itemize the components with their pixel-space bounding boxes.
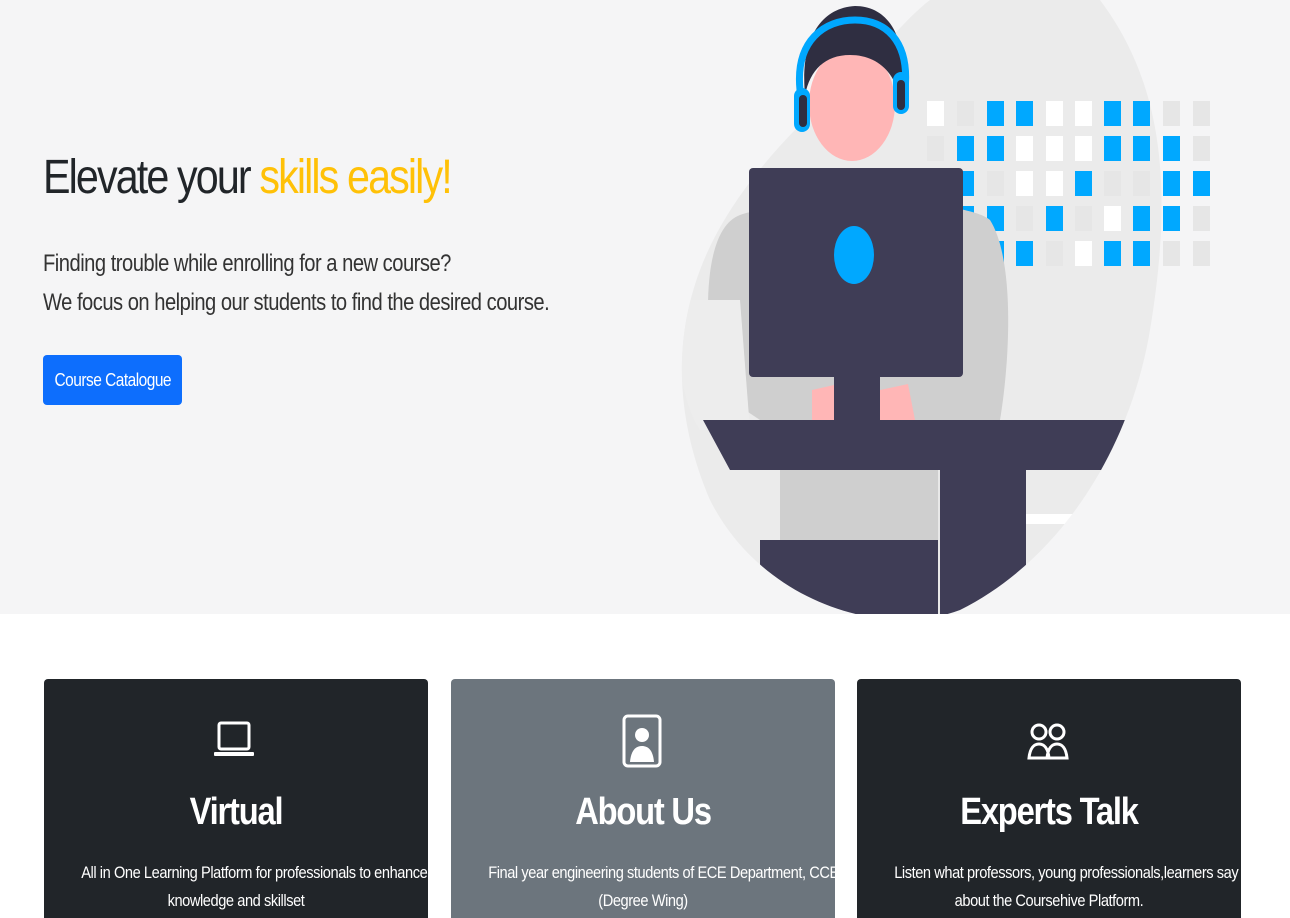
hero-title: Elevate your skills easily! — [43, 150, 453, 205]
card-description: All in One Learning Platform for profess… — [56, 859, 450, 915]
card-description-line-2: about the Coursehive Platform. — [954, 891, 1144, 910]
card-description-line-1: All in One Learning Platform for profess… — [81, 863, 450, 882]
student-at-computer-illustration — [681, 0, 1210, 614]
course-catalogue-button[interactable]: Course Catalogue — [43, 355, 182, 405]
card-description: Final year engineering students of ECE D… — [463, 859, 848, 915]
card-description-line-1: Final year engineering students of ECE D… — [488, 863, 848, 882]
card-about-us: About Us Final year engineering students… — [451, 679, 848, 918]
laptop-icon — [214, 721, 254, 756]
card-description-line-1: Listen what professors, young profession… — [894, 863, 1239, 882]
card-title: Virtual — [189, 791, 284, 833]
card-experts-talk: Experts Talk Listen what professors, you… — [857, 679, 1241, 918]
monitor-stand — [834, 376, 880, 422]
card-description-line-2: (Degree Wing) — [598, 891, 688, 910]
monitor-logo — [834, 226, 874, 284]
card-title: About Us — [575, 791, 712, 833]
card-description-line-2: knowledge and skillset — [167, 891, 305, 910]
card-title: Experts Talk — [960, 791, 1139, 833]
card-virtual: Virtual All in One Learning Platform for… — [44, 679, 450, 918]
hero-subtitle-line-1: Finding trouble while enrolling for a ne… — [43, 250, 451, 277]
person-badge-icon — [622, 714, 662, 768]
feature-cards: Virtual All in One Learning Platform for… — [0, 679, 1290, 918]
hero-subtitle-line-2: We focus on helping our students to find… — [43, 289, 550, 316]
hero-title-prefix: Elevate your — [43, 151, 260, 204]
hero-title-accent: skills easily! — [259, 151, 452, 204]
course-catalogue-label: Course Catalogue — [54, 369, 171, 390]
card-description: Listen what professors, young profession… — [869, 859, 1239, 915]
people-icon — [1027, 723, 1069, 760]
hero-section: Elevate your skills easily! Finding trou… — [0, 0, 1290, 614]
